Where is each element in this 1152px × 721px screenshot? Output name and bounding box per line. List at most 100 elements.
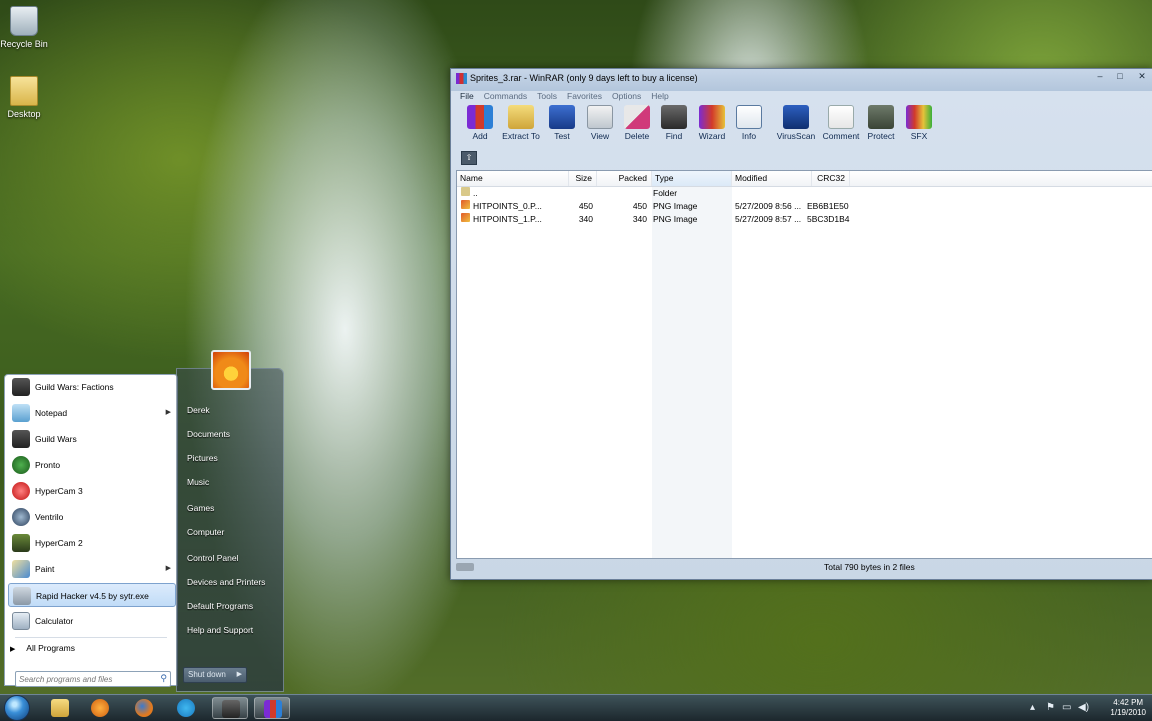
shut-down-button[interactable]: Shut down ▶ [183, 667, 247, 683]
show-hidden-icons-icon[interactable]: ▴ [1030, 702, 1035, 713]
place-games[interactable]: Games [187, 503, 214, 513]
column-name[interactable]: Name [457, 171, 569, 186]
taskbar-firefox-button[interactable] [126, 697, 162, 719]
program-hypercam-2[interactable]: HyperCam 2 [8, 531, 176, 555]
start-menu: Guild Wars: Factions Notepad ▶ Guild War… [0, 368, 284, 692]
program-pronto[interactable]: Pronto [8, 453, 176, 477]
table-row[interactable]: HITPOINTS_0.P... 450 450 PNG Image 5/27/… [457, 200, 1152, 213]
menu-file[interactable]: File [455, 90, 479, 103]
user-picture-avatar[interactable] [211, 350, 251, 390]
start-menu-places-pane: Derek Documents Pictures Music Games Com… [176, 368, 284, 692]
place-user-folder[interactable]: Derek [187, 405, 210, 415]
taskbar-guild-wars-button[interactable] [212, 697, 248, 719]
column-size[interactable]: Size [569, 171, 597, 186]
taskbar-winrar-button[interactable] [254, 697, 290, 719]
desktop-icon-recycle-bin[interactable]: Recycle Bin [0, 6, 48, 49]
submenu-arrow-icon: ▶ [165, 565, 171, 572]
cell-type: PNG Image [653, 201, 698, 211]
shut-down-options-arrow-icon[interactable]: ▶ [237, 668, 242, 682]
program-guild-wars[interactable]: Guild Wars [8, 427, 176, 451]
column-crc32[interactable]: CRC32 [812, 171, 850, 186]
ventrilo-icon [12, 508, 30, 526]
menu-favorites[interactable]: Favorites [562, 90, 607, 103]
taskbar-skype-button[interactable] [168, 697, 204, 719]
menu-commands[interactable]: Commands [479, 90, 532, 103]
program-ventrilo[interactable]: Ventrilo [8, 505, 176, 529]
wizard-icon [699, 105, 725, 129]
add-button[interactable]: Add [461, 105, 499, 141]
close-button[interactable]: ✕ [1133, 70, 1151, 83]
delete-button[interactable]: Delete [619, 105, 655, 141]
program-label: Calculator [35, 616, 74, 626]
up-arrow-icon: ⇧ [465, 153, 473, 162]
pronto-icon [12, 456, 30, 474]
program-label: Rapid Hacker v4.5 by sytr.exe [36, 591, 149, 601]
action-center-flag-icon[interactable]: ⚑ [1046, 702, 1055, 713]
view-glasses-icon [587, 105, 613, 129]
place-pictures[interactable]: Pictures [187, 453, 218, 463]
column-modified[interactable]: Modified [732, 171, 812, 186]
start-button-windows-icon[interactable] [4, 695, 30, 721]
program-rapid-hacker[interactable]: Rapid Hacker v4.5 by sytr.exe [8, 583, 176, 607]
column-packed[interactable]: Packed [597, 171, 652, 186]
volume-icon[interactable]: ◀) [1078, 702, 1089, 713]
all-programs-button[interactable]: ▶ All Programs [10, 643, 75, 653]
find-binoculars-icon [661, 105, 687, 129]
protect-shield-icon [868, 105, 894, 129]
desktop-icon-desktop-folder[interactable]: Desktop [0, 76, 48, 119]
toolbar-label: Protect [867, 131, 895, 141]
search-icon[interactable]: ⚲ [160, 673, 167, 684]
column-type[interactable]: Type [652, 171, 732, 186]
table-row[interactable]: .. Folder [457, 187, 1152, 200]
program-hypercam-3[interactable]: HyperCam 3 [8, 479, 176, 503]
place-help-and-support[interactable]: Help and Support [187, 625, 253, 635]
search-input[interactable] [19, 672, 149, 686]
search-box[interactable]: ⚲ [15, 671, 171, 687]
application-icon [13, 587, 31, 605]
info-button[interactable]: Info [733, 105, 765, 141]
test-button[interactable]: Test [545, 105, 579, 141]
cell-size: 450 [578, 201, 593, 211]
program-paint[interactable]: Paint ▶ [8, 557, 176, 581]
place-music[interactable]: Music [187, 477, 209, 487]
find-button[interactable]: Find [657, 105, 691, 141]
virusscan-button[interactable]: VirusScan [773, 105, 819, 141]
program-notepad[interactable]: Notepad ▶ [8, 401, 176, 425]
menu-tools[interactable]: Tools [532, 90, 562, 103]
extract-to-button[interactable]: Extract To [499, 105, 543, 141]
taskbar-explorer-button[interactable] [42, 697, 78, 719]
comment-button[interactable]: Comment [819, 105, 863, 141]
protect-button[interactable]: Protect [863, 105, 899, 141]
place-default-programs[interactable]: Default Programs [187, 601, 253, 611]
media-player-icon [91, 699, 109, 717]
winrar-app-icon [456, 73, 467, 84]
toolbar-label: Find [665, 131, 683, 141]
png-file-icon [461, 213, 470, 222]
clock[interactable]: 4:42 PM 1/19/2010 [1110, 698, 1146, 718]
program-calculator[interactable]: Calculator [8, 609, 176, 633]
program-label: Guild Wars: Factions [35, 382, 114, 392]
cell-type: PNG Image [653, 214, 698, 224]
minimize-button[interactable]: – [1091, 70, 1109, 83]
hypercam-icon [12, 482, 30, 500]
menu-options[interactable]: Options [607, 90, 646, 103]
view-button[interactable]: View [583, 105, 617, 141]
cell-name: .. [473, 188, 478, 198]
extract-folder-icon [508, 105, 534, 129]
program-guild-wars-factions[interactable]: Guild Wars: Factions [8, 375, 176, 399]
up-one-level-button[interactable]: ⇧ [461, 151, 477, 165]
table-row[interactable]: HITPOINTS_1.P... 340 340 PNG Image 5/27/… [457, 213, 1152, 226]
taskbar-media-player-button[interactable] [82, 697, 118, 719]
maximize-button[interactable]: □ [1111, 70, 1129, 83]
wizard-button[interactable]: Wizard [693, 105, 731, 141]
place-documents[interactable]: Documents [187, 429, 230, 439]
sfx-button[interactable]: SFX [901, 105, 937, 141]
menu-help[interactable]: Help [646, 90, 673, 103]
cell-name: HITPOINTS_1.P... [473, 214, 542, 224]
place-computer[interactable]: Computer [187, 527, 224, 537]
folder-icon [10, 76, 38, 106]
network-icon[interactable]: ▭ [1062, 702, 1071, 713]
place-control-panel[interactable]: Control Panel [187, 553, 239, 563]
title-bar[interactable]: Sprites_3.rar - WinRAR (only 9 days left… [451, 69, 1152, 89]
place-devices-and-printers[interactable]: Devices and Printers [187, 577, 265, 587]
